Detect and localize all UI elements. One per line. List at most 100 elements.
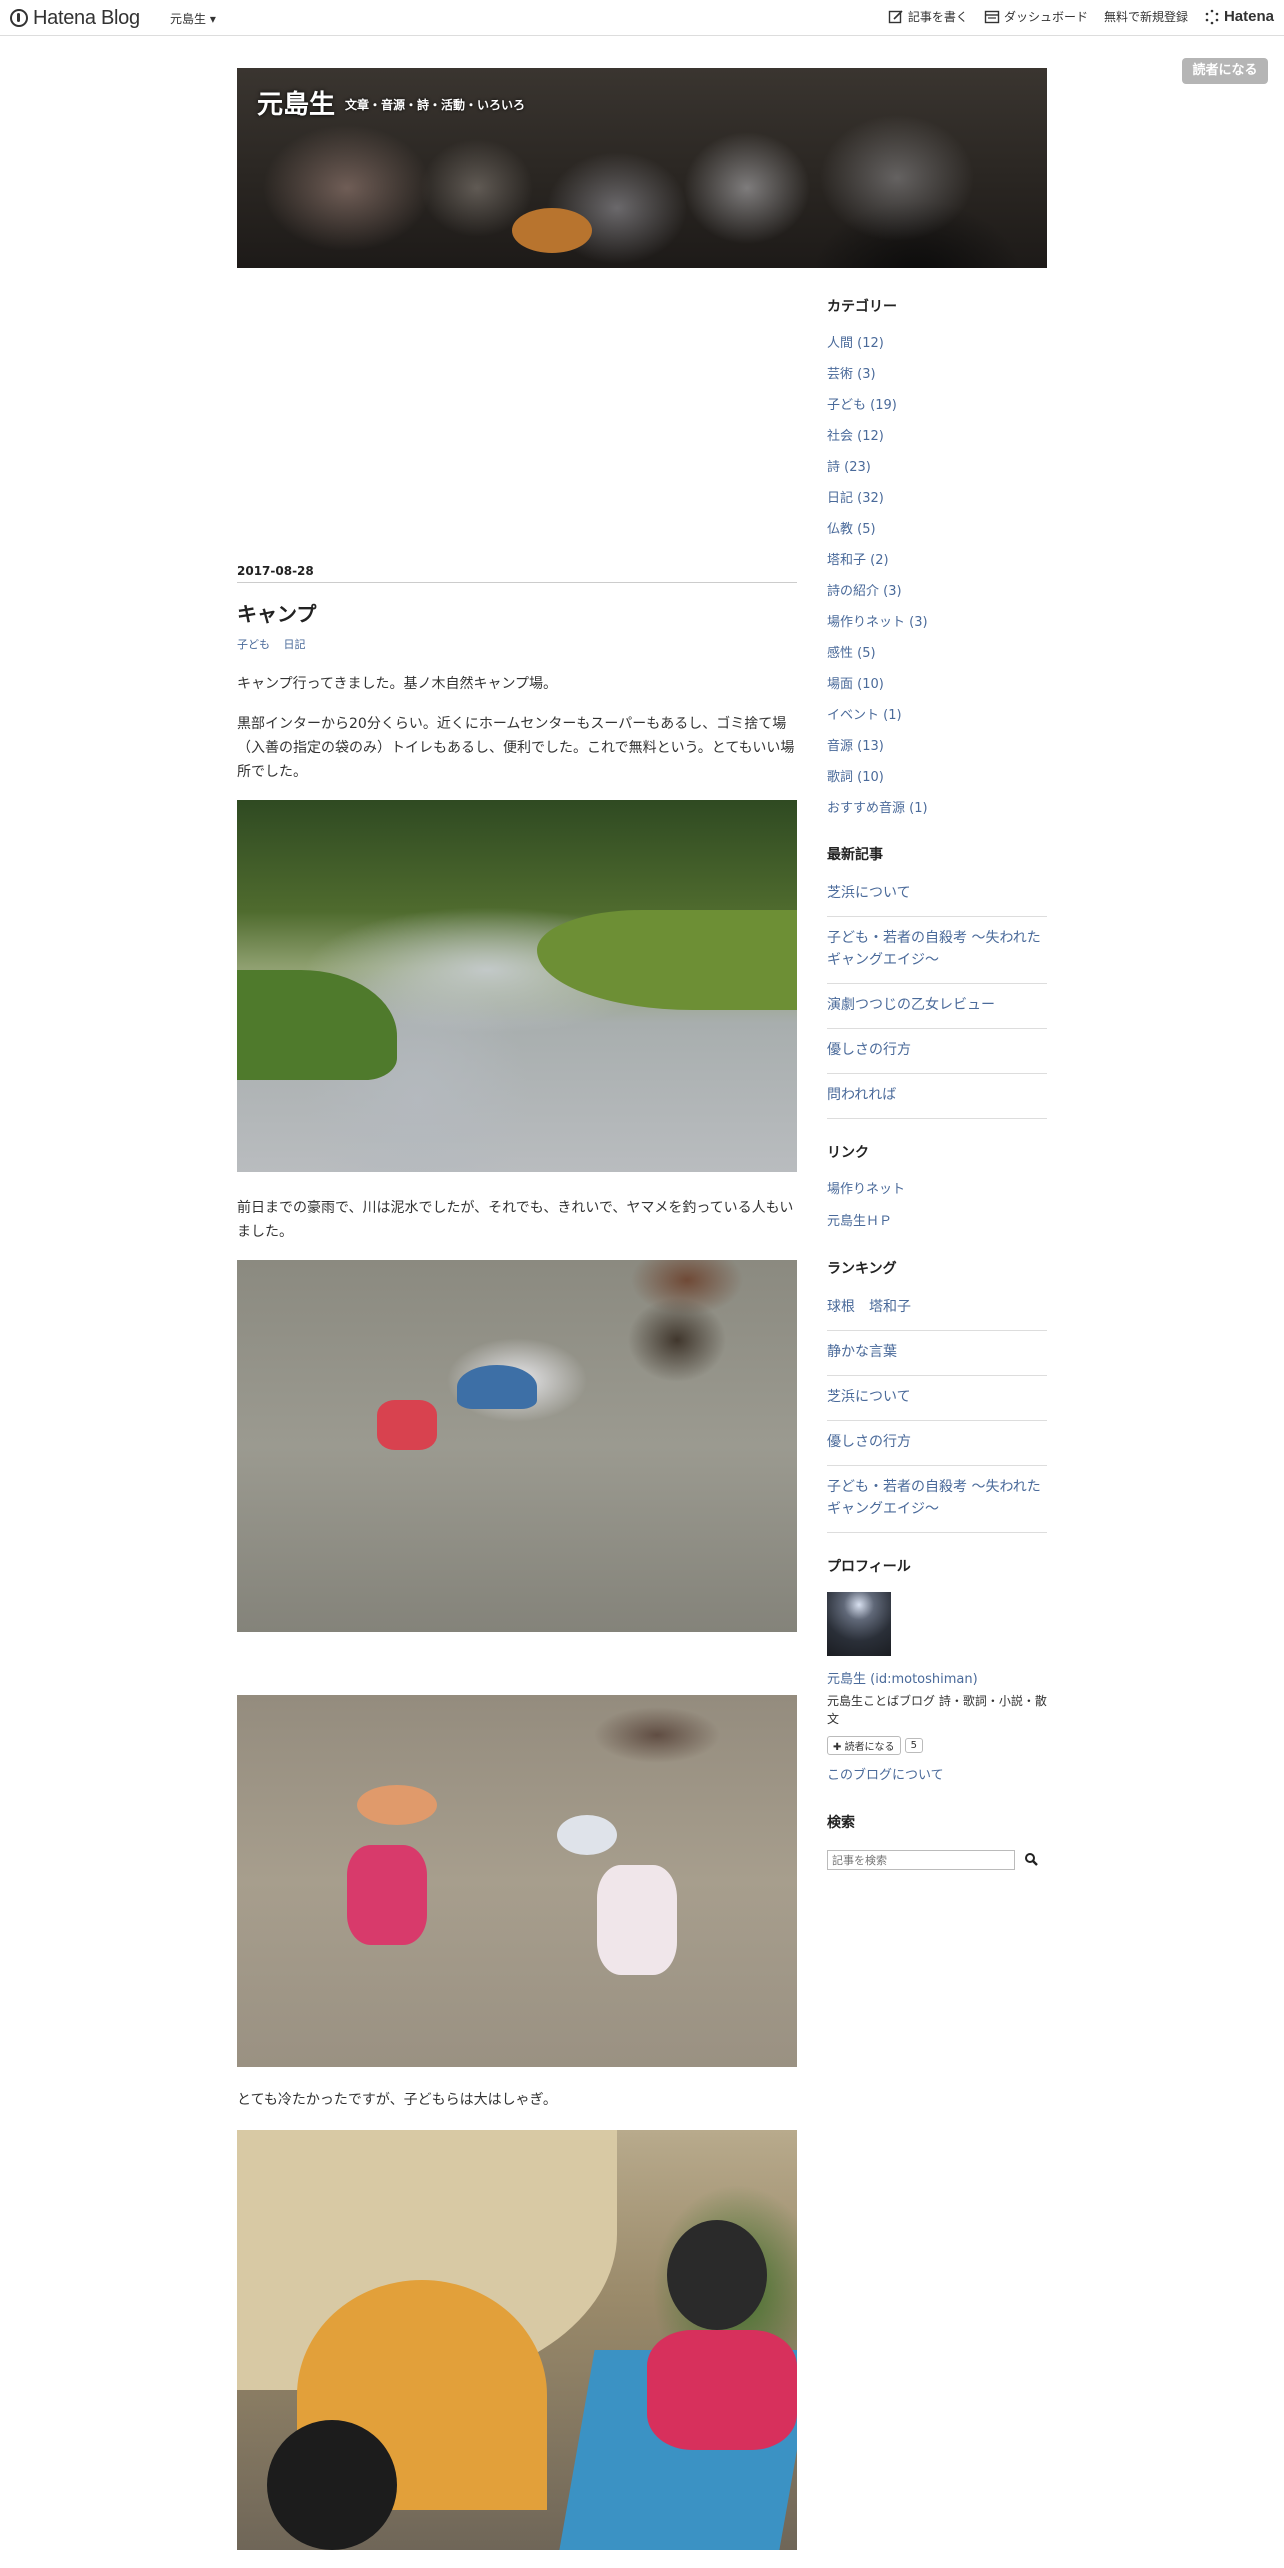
ranking-link[interactable]: 芝浜について <box>827 1389 911 1405</box>
dashboard-label: ダッシュボード <box>1003 10 1088 24</box>
global-header: Hatena Blog 元島生 ▾ 記事を書く ダッシュボード 無料で新規登録 <box>0 0 1284 36</box>
blog-description: 文章・音源・詩・活動・いろいろ <box>345 98 526 112</box>
about-blog-link[interactable]: このブログについて <box>827 1764 944 1783</box>
entry-title[interactable]: キャンプ <box>237 598 316 627</box>
entry-photo-tent[interactable] <box>237 2130 797 2550</box>
entry-category-link[interactable]: 子ども <box>237 638 270 651</box>
category-link[interactable]: 塔和子 (2) <box>827 553 889 568</box>
profile-subscribe-label: 読者になる <box>844 1742 895 1753</box>
recent-entry-item: 問われれば <box>827 1074 1047 1119</box>
ranking-item: 子ども・若者の自殺考 ～失われたギャングエイジ～ <box>827 1466 1047 1533</box>
category-link[interactable]: 感性 (5) <box>827 646 876 661</box>
pencil-icon <box>888 9 903 23</box>
category-item: 感性 (5) <box>827 642 928 673</box>
ranking-link[interactable]: 子ども・若者の自殺考 ～失われたギャングエイジ～ <box>827 1479 1041 1517</box>
recent-entry-link[interactable]: 演劇つつじの乙女レビュー <box>827 997 995 1013</box>
photo-grass-left <box>237 970 397 1080</box>
search-title: 検索 <box>827 1815 855 1831</box>
photo-shirt <box>597 1865 677 1975</box>
category-link[interactable]: 詩の紹介 (3) <box>827 584 902 599</box>
subscribe-button[interactable]: 読者になる <box>1182 58 1268 84</box>
header-image-guitar <box>512 208 592 253</box>
category-item: 日記 (32) <box>827 487 928 518</box>
category-link[interactable]: 場作りネット (3) <box>827 615 928 630</box>
category-item: 詩 (23) <box>827 456 928 487</box>
profile-name-link[interactable]: 元島生 (id:motoshiman) <box>827 1668 978 1687</box>
profile-description: 元島生ことばブログ 詩・歌詞・小説・散文 <box>827 1694 1047 1726</box>
category-link[interactable]: おすすめ音源 (1) <box>827 801 928 816</box>
links-list: 場作りネット 元島生ＨＰ <box>827 1178 905 1242</box>
category-link[interactable]: 音源 (13) <box>827 739 884 754</box>
ranking-item: 優しさの行方 <box>827 1421 1047 1466</box>
category-link[interactable]: 場面 (10) <box>827 677 884 692</box>
category-link[interactable]: 仏教 (5) <box>827 522 876 537</box>
entry-photo-river[interactable] <box>237 800 797 1172</box>
blog-menu-dropdown[interactable]: 元島生 ▾ <box>170 10 216 27</box>
dashboard-link[interactable]: ダッシュボード <box>984 8 1088 25</box>
category-item: 社会 (12) <box>827 425 928 456</box>
blog-header[interactable]: 元島生 文章・音源・詩・活動・いろいろ <box>237 68 1047 268</box>
recent-entry-link[interactable]: 子ども・若者の自殺考 ～失われたギャングエイジ～ <box>827 930 1041 968</box>
category-link[interactable]: 日記 (32) <box>827 491 884 506</box>
recent-entry-link[interactable]: 問われれば <box>827 1087 896 1103</box>
write-article-link[interactable]: 記事を書く <box>888 8 968 25</box>
ranking-item: 静かな言葉 <box>827 1331 1047 1376</box>
recent-entry-item: 優しさの行方 <box>827 1029 1047 1074</box>
category-item: 仏教 (5) <box>827 518 928 549</box>
hatena-blog-logo[interactable]: Hatena Blog <box>10 6 140 30</box>
logo-text: Hatena Blog <box>33 6 140 29</box>
category-item: 場作りネット (3) <box>827 611 928 642</box>
search-input[interactable] <box>827 1850 1015 1870</box>
profile-title: プロフィール <box>827 1559 911 1575</box>
recent-entry-link[interactable]: 芝浜について <box>827 885 911 901</box>
category-link[interactable]: 子ども (19) <box>827 398 897 413</box>
recent-entries-title: 最新記事 <box>827 847 883 863</box>
avatar[interactable] <box>827 1592 891 1656</box>
link-item: 場作りネット <box>827 1178 905 1210</box>
category-item: おすすめ音源 (1) <box>827 797 928 828</box>
subscriber-count[interactable]: 5 <box>904 1738 923 1753</box>
hatena-label: Hatena <box>1223 8 1274 25</box>
entry-photo-children-playing[interactable] <box>237 1695 797 2067</box>
category-link[interactable]: イベント (1) <box>827 708 902 723</box>
photo-child-head <box>667 2220 767 2330</box>
photo-shorts <box>377 1400 437 1450</box>
photo-shirt <box>647 2330 797 2450</box>
hatena-logo-icon <box>10 9 28 27</box>
photo-cap <box>457 1365 537 1409</box>
category-link[interactable]: 人間 (12) <box>827 336 884 351</box>
signup-link[interactable]: 無料で新規登録 <box>1104 8 1188 25</box>
entry-categories: 子ども 日記 <box>237 636 316 652</box>
photo-hat <box>357 1785 437 1825</box>
recent-entries-list: 芝浜について 子ども・若者の自殺考 ～失われたギャングエイジ～ 演劇つつじの乙女… <box>827 882 1047 1119</box>
ranking-link[interactable]: 球根 塔和子 <box>827 1299 911 1315</box>
entry-photo-child-in-river[interactable] <box>237 1260 797 1632</box>
category-list: 人間 (12) 芸術 (3) 子ども (19) 社会 (12) 詩 (23) 日… <box>827 332 928 828</box>
entry-paragraph: キャンプ行ってきました。基ノ木自然キャンプ場。 <box>237 676 558 692</box>
links-title: リンク <box>827 1145 869 1161</box>
category-link[interactable]: 社会 (12) <box>827 429 884 444</box>
ranking-item: 球根 塔和子 <box>827 1296 1047 1331</box>
ranking-link[interactable]: 優しさの行方 <box>827 1434 911 1450</box>
photo-shirt <box>347 1845 427 1945</box>
recent-entry-link[interactable]: 優しさの行方 <box>827 1042 911 1058</box>
external-link[interactable]: 場作りネット <box>827 1182 905 1197</box>
blog-title[interactable]: 元島生 <box>257 84 335 121</box>
profile-subscribe-button[interactable]: ✚ 読者になる <box>827 1736 901 1755</box>
photo-grass-right <box>537 910 797 1010</box>
entry-category-link[interactable]: 日記 <box>284 638 306 651</box>
category-link[interactable]: 芸術 (3) <box>827 367 876 382</box>
search-icon[interactable] <box>1023 1851 1041 1869</box>
hatena-menu[interactable]: Hatena <box>1204 8 1274 25</box>
category-item: 人間 (12) <box>827 332 928 363</box>
external-link[interactable]: 元島生ＨＰ <box>827 1214 892 1229</box>
ranking-list: 球根 塔和子 静かな言葉 芝浜について 優しさの行方 子ども・若者の自殺考 ～失… <box>827 1296 1047 1533</box>
entry-paragraph: 黒部インターから20分くらい。近くにホームセンターもスーパーもあるし、ゴミ捨て場… <box>237 716 795 780</box>
ranking-link[interactable]: 静かな言葉 <box>827 1344 897 1360</box>
entry-date[interactable]: 2017-08-28 <box>237 564 797 583</box>
recent-entry-item: 演劇つつじの乙女レビュー <box>827 984 1047 1029</box>
profile-subscribe: ✚ 読者になる 5 <box>827 1736 923 1755</box>
category-link[interactable]: 詩 (23) <box>827 460 871 475</box>
category-item: 子ども (19) <box>827 394 928 425</box>
category-link[interactable]: 歌詞 (10) <box>827 770 884 785</box>
